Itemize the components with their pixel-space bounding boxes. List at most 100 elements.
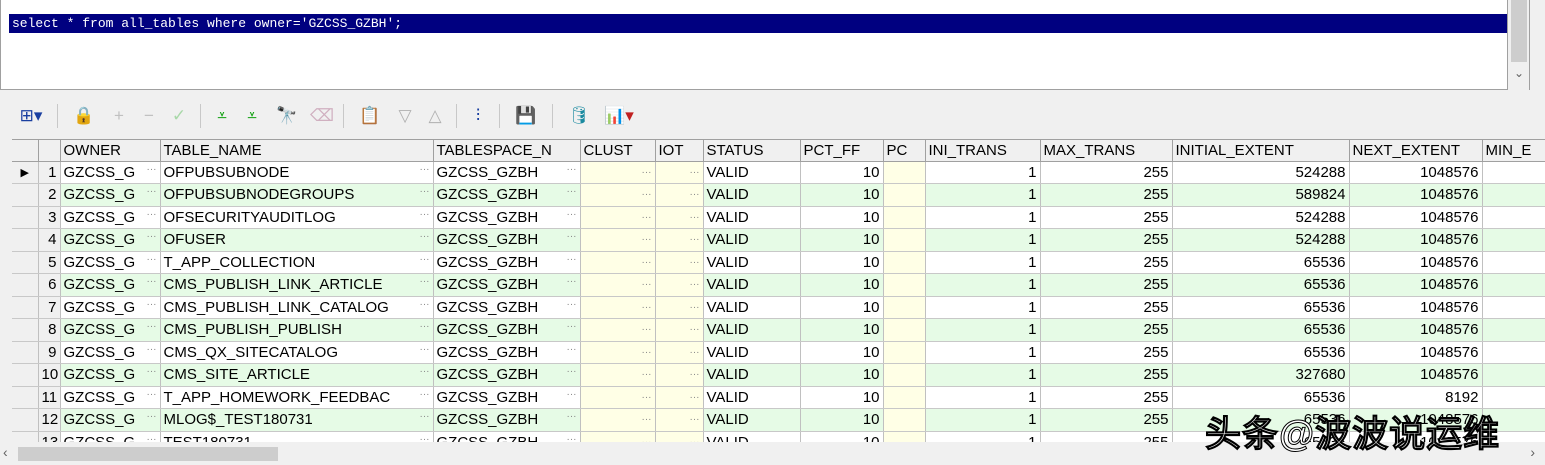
cell-status[interactable]: VALID	[703, 206, 801, 229]
post-changes-icon[interactable]: ✓	[167, 106, 191, 126]
save-icon[interactable]: 💾	[509, 106, 543, 126]
ellipsis-button[interactable]: ···	[420, 321, 430, 332]
ellipsis-button[interactable]: ···	[420, 276, 430, 287]
ellipsis-button[interactable]: ···	[567, 299, 577, 310]
cell-pc[interactable]	[883, 363, 926, 387]
cell-next_extent[interactable]: 1048576	[1349, 228, 1483, 252]
cell-tablespace_n[interactable]: ··· GZCSS_GZBH	[433, 408, 581, 432]
ellipsis-button[interactable]: ···	[420, 411, 430, 422]
ellipsis-button[interactable]: ···	[420, 231, 430, 242]
chart-icon[interactable]: 📊▾	[602, 106, 636, 126]
ellipsis-button[interactable]: ···	[690, 324, 700, 335]
cell-clust[interactable]: ···	[580, 206, 656, 229]
column-header-max_trans[interactable]: MAX_TRANS	[1040, 140, 1173, 162]
cell-pc[interactable]	[883, 431, 926, 442]
cell-clust[interactable]: ···	[580, 386, 656, 409]
ellipsis-button[interactable]: ···	[642, 324, 652, 335]
cell-next_extent[interactable]: 1048576	[1349, 363, 1483, 387]
cell-next_extent[interactable]: 1048576	[1349, 318, 1483, 342]
cell-min_e[interactable]	[1482, 251, 1545, 274]
table-row[interactable]: 3 ··· GZCSS_G ··· OFSECURITYAUDITLOG ··· GZCSS…	[12, 206, 1545, 229]
cell-clust[interactable]: ···	[580, 161, 656, 184]
grid-options-icon[interactable]: ⊞▾	[14, 106, 48, 126]
cell-pct_ff[interactable]: 10	[800, 228, 884, 252]
ellipsis-button[interactable]: ···	[567, 389, 577, 400]
cell-iot[interactable]: ···	[655, 251, 704, 274]
cell-pc[interactable]	[883, 251, 926, 274]
cell-pc[interactable]	[883, 206, 926, 229]
ellipsis-button[interactable]: ···	[147, 254, 157, 265]
column-header-next_extent[interactable]: NEXT_EXTENT	[1349, 140, 1483, 162]
cell-owner[interactable]: ··· GZCSS_G	[60, 363, 161, 387]
ellipsis-button[interactable]: ···	[147, 186, 157, 197]
cell-ini_trans[interactable]: 1	[925, 296, 1041, 319]
ellipsis-button[interactable]: ···	[567, 186, 577, 197]
cell-min_e[interactable]	[1482, 161, 1545, 184]
cell-owner[interactable]: ··· GZCSS_G	[60, 296, 161, 319]
cell-clust[interactable]: ···	[580, 183, 656, 207]
cell-clust[interactable]: ···	[580, 228, 656, 252]
ellipsis-button[interactable]: ···	[642, 369, 652, 380]
column-header-status[interactable]: STATUS	[703, 140, 801, 162]
cell-table_name[interactable]: ··· OFUSER	[160, 228, 434, 252]
cell-min_e[interactable]	[1482, 318, 1545, 342]
cell-ini_trans[interactable]: 1	[925, 161, 1041, 184]
column-header-tablespace_n[interactable]: TABLESPACE_N	[433, 140, 581, 162]
cell-tablespace_n[interactable]: ··· GZCSS_GZBH	[433, 363, 581, 387]
column-header-pc[interactable]: PC	[883, 140, 926, 162]
cell-pc[interactable]	[883, 161, 926, 184]
cell-max_trans[interactable]: 255	[1040, 273, 1173, 297]
cell-owner[interactable]: ··· GZCSS_G	[60, 431, 161, 442]
cell-pc[interactable]	[883, 273, 926, 297]
cell-pct_ff[interactable]: 10	[800, 161, 884, 184]
cell-next_extent[interactable]: 1048576	[1349, 296, 1483, 319]
ellipsis-button[interactable]: ···	[642, 392, 652, 403]
lock-icon[interactable]: 🔒	[67, 106, 101, 126]
cell-next_extent[interactable]: 1048576	[1349, 341, 1483, 364]
ellipsis-button[interactable]: ···	[690, 392, 700, 403]
table-row[interactable]: 6 ··· GZCSS_G ··· CMS_PUBLISH_LINK_ARTICLE ··…	[12, 273, 1545, 297]
ellipsis-button[interactable]: ···	[690, 189, 700, 200]
cell-table_name[interactable]: ··· CMS_PUBLISH_LINK_CATALOG	[160, 296, 434, 319]
cell-status[interactable]: VALID	[703, 296, 801, 319]
cell-clust[interactable]: ···	[580, 318, 656, 342]
table-row[interactable]: 8 ··· GZCSS_G ··· CMS_PUBLISH_PUBLISH ··· GZCS…	[12, 318, 1545, 342]
column-header-owner[interactable]: OWNER	[60, 140, 161, 162]
ellipsis-button[interactable]: ···	[690, 302, 700, 313]
cell-status[interactable]: VALID	[703, 318, 801, 342]
cell-status[interactable]: VALID	[703, 273, 801, 297]
ellipsis-button[interactable]: ···	[567, 411, 577, 422]
cell-ini_trans[interactable]: 1	[925, 206, 1041, 229]
cell-max_trans[interactable]: 255	[1040, 363, 1173, 387]
cell-pc[interactable]	[883, 296, 926, 319]
export-tree-icon[interactable]: ⫶	[466, 106, 490, 126]
cell-pct_ff[interactable]: 10	[800, 363, 884, 387]
cell-tablespace_n[interactable]: ··· GZCSS_GZBH	[433, 386, 581, 409]
row-indicator[interactable]	[12, 408, 39, 432]
cell-min_e[interactable]	[1482, 273, 1545, 297]
cell-max_trans[interactable]: 255	[1040, 228, 1173, 252]
cell-clust[interactable]: ···	[580, 431, 656, 442]
cell-iot[interactable]: ···	[655, 161, 704, 184]
cell-initial_extent[interactable]: 65536	[1172, 341, 1350, 364]
cell-iot[interactable]: ···	[655, 408, 704, 432]
cell-pct_ff[interactable]: 10	[800, 408, 884, 432]
ellipsis-button[interactable]: ···	[567, 209, 577, 220]
cell-ini_trans[interactable]: 1	[925, 341, 1041, 364]
row-indicator[interactable]	[12, 296, 39, 319]
chevron-down-icon[interactable]: ⌄	[1508, 66, 1530, 84]
cell-iot[interactable]: ···	[655, 318, 704, 342]
cell-tablespace_n[interactable]: ··· GZCSS_GZBH	[433, 341, 581, 364]
table-row[interactable]: 9 ··· GZCSS_G ··· CMS_QX_SITECATALOG ··· GZCSS…	[12, 341, 1545, 364]
ellipsis-button[interactable]: ···	[642, 167, 652, 178]
cell-pc[interactable]	[883, 318, 926, 342]
cell-status[interactable]: VALID	[703, 408, 801, 432]
cell-tablespace_n[interactable]: ··· GZCSS_GZBH	[433, 228, 581, 252]
ellipsis-button[interactable]: ···	[642, 212, 652, 223]
cell-clust[interactable]: ···	[580, 251, 656, 274]
row-indicator[interactable]	[12, 228, 39, 252]
cell-pc[interactable]	[883, 228, 926, 252]
cell-max_trans[interactable]: 255	[1040, 318, 1173, 342]
cell-iot[interactable]: ···	[655, 363, 704, 387]
delete-record-icon[interactable]: −	[137, 106, 161, 126]
